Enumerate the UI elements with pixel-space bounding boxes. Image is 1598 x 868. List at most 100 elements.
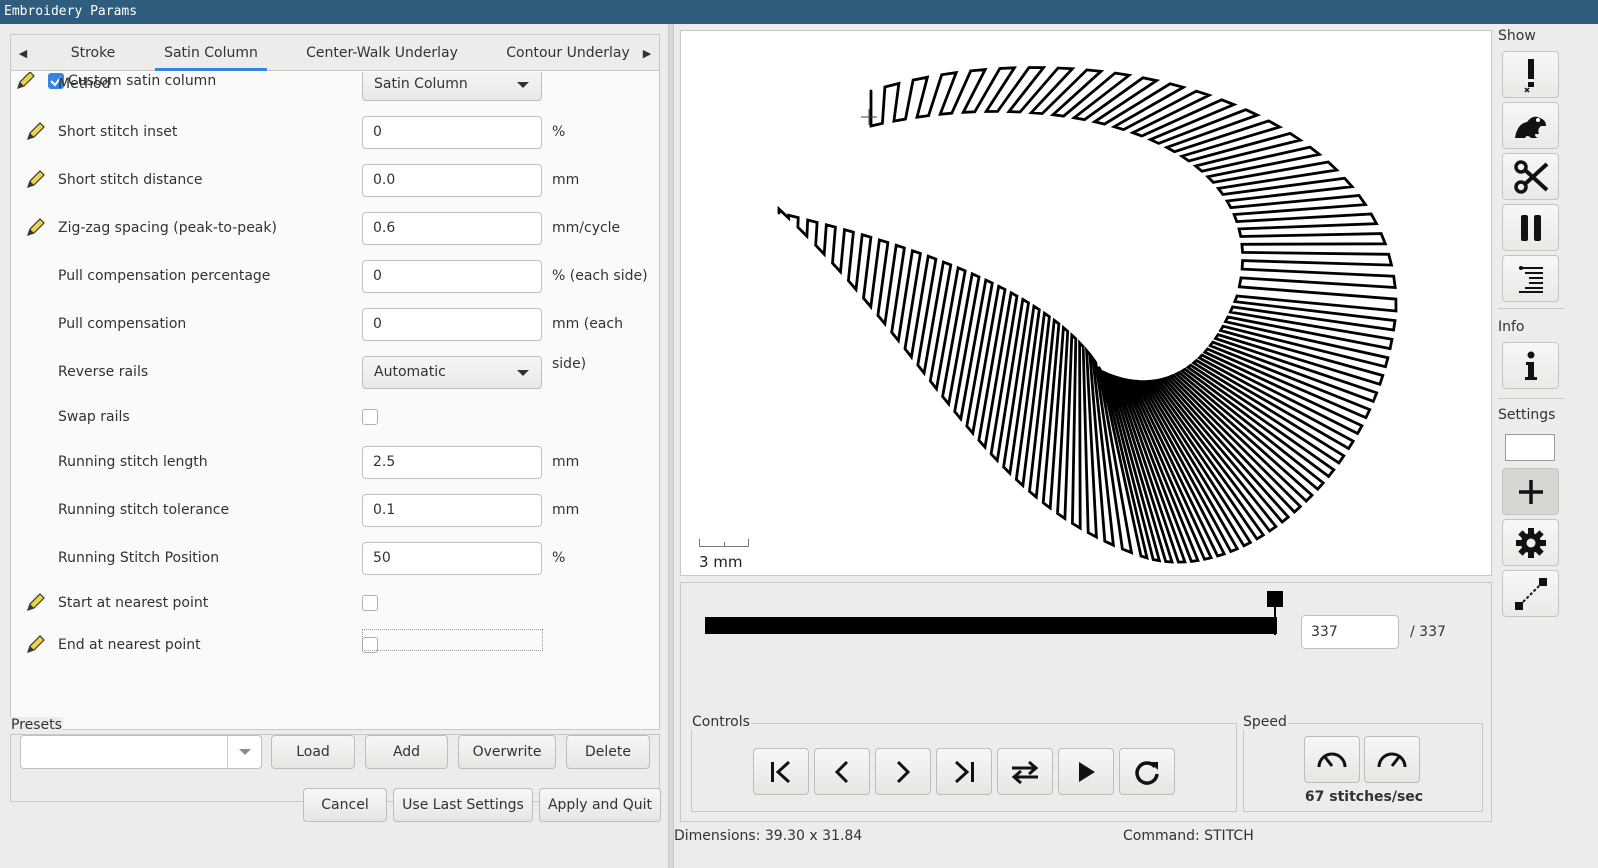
pencil-icon — [27, 635, 45, 653]
unit-label: mm — [552, 454, 580, 470]
short-stitch-inset-input[interactable]: 0 — [362, 116, 542, 149]
chevron-down-icon — [517, 370, 529, 376]
params-notebook: ◀ Stroke Satin Column Center-Walk Underl… — [10, 34, 660, 730]
controls-label: Controls — [691, 714, 751, 730]
stitch-slider-handle[interactable] — [1267, 591, 1283, 607]
chevron-left-icon — [834, 760, 849, 783]
chevron-right-icon — [896, 760, 911, 783]
use-last-settings-button[interactable]: Use Last Settings — [393, 788, 533, 822]
add-preset-button[interactable]: Add — [365, 735, 448, 769]
speed-down-icon — [1317, 752, 1347, 767]
show-section-label: Show — [1498, 28, 1536, 44]
param-row-running-stitch-length: Running stitch length 2.5 mm — [11, 442, 659, 482]
error-marker-icon — [1523, 58, 1534, 93]
cancel-button[interactable]: Cancel — [303, 788, 387, 822]
show-jumps-button[interactable] — [1502, 102, 1559, 149]
frog-icon — [1514, 116, 1546, 138]
stitch-slider-track[interactable] — [705, 617, 1277, 634]
first-stitch-button[interactable] — [753, 748, 809, 795]
apply-and-quit-button[interactable]: Apply and Quit — [539, 788, 661, 822]
tab-contour-underlay[interactable]: Contour Underlay — [498, 35, 638, 71]
stitch-slider-line — [1274, 605, 1276, 635]
delete-preset-button[interactable]: Delete — [566, 735, 650, 769]
tab-stroke[interactable]: Stroke — [51, 35, 135, 71]
tab-scroll-left-icon[interactable]: ◀ — [11, 35, 35, 71]
zigzag-spacing-input[interactable]: 0.6 — [362, 212, 542, 245]
overwrite-preset-button[interactable]: Overwrite — [458, 735, 556, 769]
unit-label: mm — [552, 502, 580, 518]
pane-separator[interactable] — [668, 24, 674, 868]
param-row-pull-compensation: Pull compensation 0 mm (each side) — [11, 304, 659, 372]
short-stitch-distance-input[interactable]: 0.0 — [362, 164, 542, 197]
swap-rails-checkbox[interactable] — [362, 409, 378, 425]
unit-label: % (each side) — [552, 268, 648, 284]
show-trims-button[interactable] — [1502, 153, 1559, 200]
load-preset-button[interactable]: Load — [271, 735, 355, 769]
next-stitch-button[interactable] — [875, 748, 931, 795]
param-label: Running Stitch Position — [58, 550, 220, 566]
zoom-plus-icon — [1518, 479, 1543, 504]
previous-stitch-button[interactable] — [814, 748, 870, 795]
running-stitch-length-input[interactable]: 2.5 — [362, 446, 542, 479]
reverse-rails-select[interactable]: Automatic — [362, 356, 542, 389]
chevron-down-icon — [517, 82, 529, 88]
running-stitch-position-input[interactable]: 50 — [362, 542, 542, 575]
info-button[interactable] — [1502, 342, 1559, 389]
start-at-nearest-point-checkbox[interactable] — [362, 595, 378, 611]
param-label: Method — [58, 76, 111, 92]
start-marker-icon — [861, 109, 877, 125]
tab-satin-column[interactable]: Satin Column — [155, 35, 267, 71]
play-button[interactable] — [1058, 748, 1114, 795]
info-section-label: Info — [1498, 319, 1525, 335]
jump-line-icon — [1514, 577, 1547, 610]
show-stops-button[interactable] — [1502, 204, 1559, 251]
unit-label: mm — [552, 172, 580, 188]
dimensions-status: Dimensions: 39.30 x 31.84 — [674, 828, 863, 844]
chevron-down-icon — [239, 749, 251, 755]
tab-bar: ◀ Stroke Satin Column Center-Walk Underl… — [11, 35, 659, 71]
needle-point-icon — [1518, 265, 1543, 293]
selected-value: Automatic — [374, 364, 446, 380]
slower-button[interactable] — [1304, 736, 1360, 783]
pencil-icon — [27, 122, 45, 140]
pencil-icon — [27, 170, 45, 188]
skip-to-end-icon — [954, 760, 974, 783]
direction-toggle-button[interactable] — [997, 748, 1053, 795]
pull-compensation-input[interactable]: 0 — [362, 308, 542, 341]
focus-outline — [362, 629, 543, 651]
show-errors-button[interactable] — [1502, 51, 1559, 98]
tab-scroll-right-icon[interactable]: ▶ — [635, 35, 659, 71]
preferences-button[interactable] — [1502, 519, 1559, 566]
running-stitch-tolerance-input[interactable]: 0.1 — [362, 494, 542, 527]
stitch-preview-canvas[interactable]: 3 mm — [680, 30, 1492, 576]
selected-value: Satin Column — [374, 76, 468, 92]
show-needle-points-button[interactable] — [1502, 255, 1559, 302]
param-label: Zig-zag spacing (peak-to-peak) — [58, 220, 277, 236]
preset-combo[interactable] — [20, 735, 262, 769]
scale-label: 3 mm — [699, 553, 743, 571]
last-stitch-button[interactable] — [936, 748, 992, 795]
faster-button[interactable] — [1364, 736, 1420, 783]
method-select[interactable]: Satin Column — [362, 72, 542, 101]
swap-arrows-icon — [1011, 760, 1039, 784]
pull-comp-percentage-input[interactable]: 0 — [362, 260, 542, 293]
param-row-end-at-nearest-point: End at nearest point — [11, 625, 659, 665]
pause-icon — [1520, 214, 1541, 241]
current-stitch-input[interactable]: 337 — [1301, 615, 1399, 649]
color-swatch[interactable] — [1505, 434, 1555, 461]
restart-button[interactable] — [1119, 748, 1175, 795]
speed-frame: 67 stitches/sec — [1243, 723, 1483, 812]
gear-icon — [1515, 527, 1546, 558]
unit-label: mm/cycle — [552, 220, 621, 236]
jump-line-button[interactable] — [1502, 570, 1559, 617]
param-label: End at nearest point — [58, 637, 201, 653]
params-window: ◀ Stroke Satin Column Center-Walk Underl… — [0, 24, 1598, 868]
zoom-button[interactable] — [1502, 468, 1559, 515]
pencil-icon — [27, 593, 45, 611]
stitch-preview-drawing — [777, 66, 1398, 564]
speed-up-icon — [1377, 752, 1407, 767]
tab-center-walk-underlay[interactable]: Center-Walk Underlay — [297, 35, 467, 71]
param-row-short-stitch-inset: Short stitch inset 0% — [11, 112, 659, 152]
scale-bar — [699, 539, 749, 547]
unit-label: mm (each side) — [552, 316, 623, 372]
